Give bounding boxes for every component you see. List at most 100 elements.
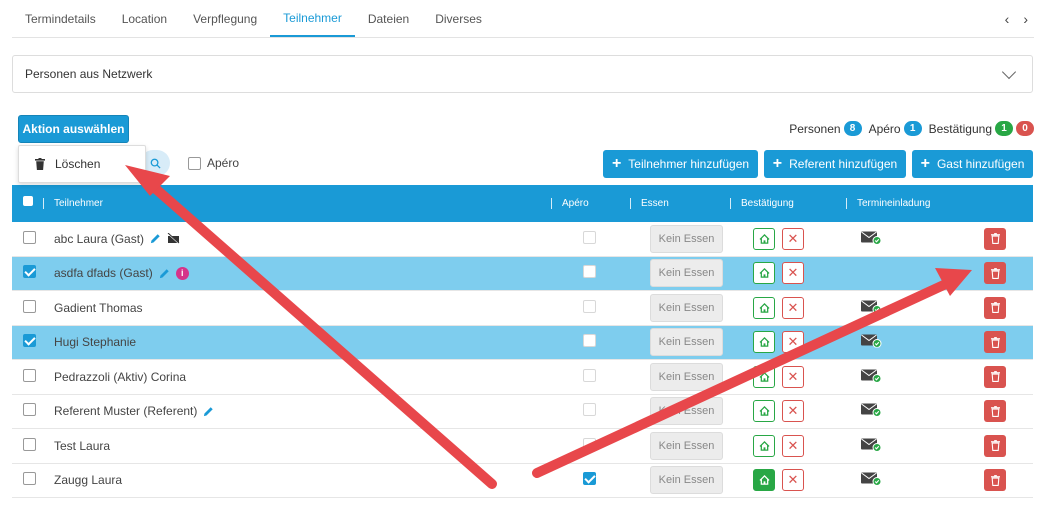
confirm-attend-button[interactable]	[753, 296, 775, 319]
confirm-attend-button[interactable]	[753, 262, 775, 285]
apero-checkbox[interactable]	[583, 368, 596, 382]
decline-button[interactable]: ✕	[782, 262, 804, 285]
delete-row-button[interactable]	[984, 227, 1006, 250]
table-row[interactable]: Pedrazzoli (Aktiv) Corina Kein Essen ✕	[12, 360, 1033, 395]
table-body: abc Laura (Gast) Kein Essen ✕ asdfa dfads (…	[12, 222, 1033, 498]
decline-button[interactable]: ✕	[782, 331, 804, 354]
delete-row-button[interactable]	[984, 296, 1006, 319]
edit-pencil-icon[interactable]	[150, 233, 161, 244]
header-teilnehmer[interactable]: Teilnehmer	[54, 198, 103, 209]
confirm-attend-button[interactable]	[753, 434, 775, 457]
row-select-checkbox[interactable]	[23, 334, 36, 348]
table-row[interactable]: Hugi Stephanie Kein Essen ✕	[12, 325, 1033, 360]
participant-name: abc Laura (Gast)	[54, 231, 145, 246]
add-speaker-button[interactable]: + Referent hinzufügen	[764, 150, 906, 178]
trash-icon	[990, 440, 1000, 452]
meal-select[interactable]: Kein Essen	[650, 259, 723, 288]
info-icon[interactable]: i	[175, 266, 189, 280]
meal-select[interactable]: Kein Essen	[650, 466, 723, 495]
meal-select[interactable]: Kein Essen	[650, 431, 723, 460]
tab-location[interactable]: Location	[109, 0, 180, 37]
apero-checkbox[interactable]	[583, 437, 596, 451]
select-action-button[interactable]: Aktion auswählen	[18, 115, 129, 143]
table-row[interactable]: Gadient Thomas Kein Essen ✕	[12, 291, 1033, 326]
confirm-attend-button[interactable]	[753, 469, 775, 492]
apero-checkbox[interactable]	[583, 299, 596, 313]
delete-row-button[interactable]	[984, 400, 1006, 423]
apero-checkbox[interactable]	[583, 472, 596, 486]
invite-mail-icon	[861, 334, 882, 349]
table-row[interactable]: Referent Muster (Referent) Kein Essen ✕	[12, 395, 1033, 429]
table-row[interactable]: asdfa dfads (Gast) i Kein Essen ✕	[12, 256, 1033, 291]
decline-button[interactable]: ✕	[782, 400, 804, 423]
row-select-checkbox[interactable]	[23, 299, 36, 313]
row-select-checkbox[interactable]	[23, 230, 36, 244]
meal-select[interactable]: Kein Essen	[650, 293, 723, 322]
delete-row-button[interactable]	[984, 469, 1006, 492]
tab-dateien[interactable]: Dateien	[355, 0, 422, 37]
decline-button[interactable]: ✕	[782, 365, 804, 388]
confirm-attend-button[interactable]	[753, 227, 775, 250]
home-icon	[759, 337, 769, 347]
accordion-title: Personen aus Netzwerk	[25, 67, 153, 81]
confirm-attend-button[interactable]	[753, 400, 775, 423]
decline-button[interactable]: ✕	[782, 469, 804, 492]
delete-menu-item[interactable]: Löschen	[55, 157, 100, 171]
table-row[interactable]: Zaugg Laura Kein Essen ✕	[12, 464, 1033, 498]
meal-select[interactable]: Kein Essen	[650, 397, 723, 426]
row-select-checkbox[interactable]	[23, 368, 36, 382]
apero-filter-checkbox[interactable]	[188, 156, 201, 170]
apero-checkbox[interactable]	[583, 334, 596, 348]
tab-verpflegung[interactable]: Verpflegung	[180, 0, 270, 37]
edit-pencil-icon[interactable]	[159, 268, 170, 279]
invite-mail-icon	[861, 300, 882, 314]
row-select-checkbox[interactable]	[23, 472, 36, 486]
meal-select[interactable]: Kein Essen	[650, 362, 723, 391]
meal-select[interactable]: Kein Essen	[650, 224, 723, 253]
chevron-right-icon[interactable]: ›	[1023, 11, 1028, 27]
header-separator	[730, 198, 731, 209]
table-row[interactable]: abc Laura (Gast) Kein Essen ✕	[12, 222, 1033, 257]
header-essen[interactable]: Essen	[641, 198, 669, 209]
delete-row-button[interactable]	[984, 434, 1006, 457]
trash-icon	[990, 233, 1000, 245]
decline-button[interactable]: ✕	[782, 227, 804, 250]
row-select-checkbox[interactable]	[23, 265, 36, 279]
home-icon	[759, 268, 769, 278]
meal-select[interactable]: Kein Essen	[650, 328, 723, 357]
header-separator	[630, 198, 631, 209]
decline-button[interactable]: ✕	[782, 296, 804, 319]
delete-row-button[interactable]	[984, 262, 1006, 285]
participant-name: Zaugg Laura	[54, 473, 123, 488]
close-icon: ✕	[787, 437, 799, 453]
header-bestaetigung[interactable]: Bestätigung	[741, 198, 794, 209]
calendar-invite-status	[861, 437, 882, 454]
chevron-left-icon[interactable]: ‹	[1005, 11, 1010, 27]
edit-pencil-icon[interactable]	[203, 406, 214, 417]
decline-button[interactable]: ✕	[782, 434, 804, 457]
participant-name: Hugi Stephanie	[54, 335, 137, 350]
tab-termindetails[interactable]: Termindetails	[12, 0, 109, 37]
add-participant-label: Teilnehmer hinzufügen	[628, 157, 750, 171]
calendar-invite-status	[861, 403, 882, 420]
apero-checkbox[interactable]	[583, 403, 596, 417]
delete-row-button[interactable]	[984, 365, 1006, 388]
delete-row-button[interactable]	[984, 331, 1006, 354]
network-persons-accordion[interactable]: Personen aus Netzwerk	[12, 55, 1033, 93]
table-row[interactable]: Test Laura Kein Essen ✕	[12, 429, 1033, 464]
calendar-invite-status	[861, 230, 882, 247]
tab-teilnehmer[interactable]: Teilnehmer	[270, 0, 355, 37]
add-participant-button[interactable]: + Teilnehmer hinzufügen	[603, 150, 758, 178]
calendar-invite-status	[861, 472, 882, 489]
add-guest-button[interactable]: + Gast hinzufügen	[912, 150, 1033, 178]
tab-diverses[interactable]: Diverses	[422, 0, 495, 37]
row-select-checkbox[interactable]	[23, 437, 36, 451]
row-select-checkbox[interactable]	[23, 403, 36, 417]
header-termineinladung[interactable]: Termineinladung	[857, 198, 930, 209]
header-apero[interactable]: Apéro	[562, 198, 589, 209]
confirm-attend-button[interactable]	[753, 331, 775, 354]
apero-checkbox[interactable]	[583, 265, 596, 279]
confirm-attend-button[interactable]	[753, 365, 775, 388]
apero-checkbox[interactable]	[583, 230, 596, 244]
header-select-all-checkbox[interactable]	[23, 196, 33, 209]
